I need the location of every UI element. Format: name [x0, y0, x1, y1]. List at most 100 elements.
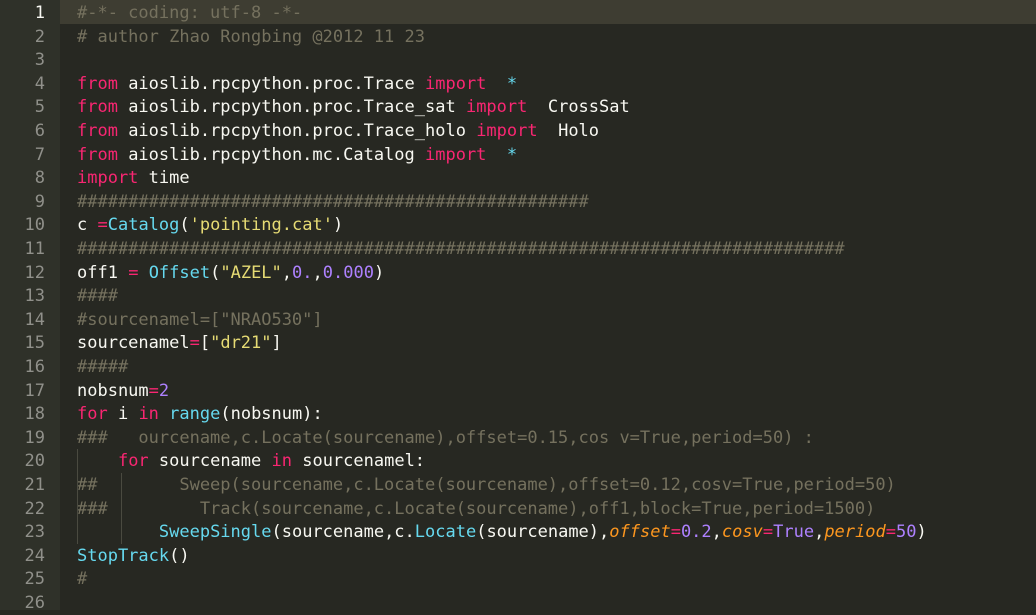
code-line[interactable]: ##### [77, 355, 128, 379]
line-number: 22 [24, 498, 45, 519]
code-token: in [271, 451, 292, 472]
line-number: 4 [34, 73, 45, 94]
code-token: #sourcenamel=["NRAO530"] [77, 309, 323, 330]
code-line[interactable]: import time [77, 166, 190, 190]
code-token: "dr21" [210, 333, 272, 354]
code-line[interactable]: from aioslib.rpcpython.proc.Trace import… [77, 72, 517, 96]
code-token: offset [609, 522, 671, 543]
code-line[interactable]: ########################################… [77, 237, 845, 261]
code-token: aioslib.rpcpython.proc.Trace_holo [117, 121, 477, 141]
line-number: 10 [24, 215, 45, 236]
code-token: = [670, 522, 681, 543]
code-line[interactable]: for i in range(nobsnum): [77, 402, 323, 426]
code-token: , [711, 522, 722, 543]
code-token: 50 [895, 522, 917, 543]
code-line[interactable]: StopTrack() [77, 544, 190, 568]
code-token: sourcenamel: [291, 451, 426, 472]
line-number: 24 [24, 545, 45, 566]
line-number: 7 [34, 144, 45, 165]
code-token: (sourcename), [476, 522, 610, 543]
code-token: Holo [537, 121, 600, 141]
code-token: = [128, 262, 139, 283]
code-line[interactable]: sourcenamel=["dr21"] [77, 331, 282, 355]
code-token: ### Track(sourcename,c.Locate(sourcename… [77, 498, 876, 519]
code-line[interactable]: from aioslib.rpcpython.mc.Catalog import… [77, 143, 517, 167]
code-token: cosv [721, 522, 763, 543]
line-number: 2 [34, 26, 45, 47]
code-token: ### ourcename,c.Locate(sourcename),offse… [77, 427, 814, 448]
line-number: 19 [24, 427, 45, 448]
code-token: = [97, 215, 108, 236]
code-line[interactable]: ### ourcename,c.Locate(sourcename),offse… [77, 426, 814, 450]
code-token: sourcename [148, 451, 272, 472]
code-line[interactable]: #sourcenamel=["NRAO530"] [77, 308, 323, 332]
code-token: import [425, 144, 487, 165]
line-number: 11 [24, 239, 45, 259]
code-token: import [476, 121, 538, 141]
code-token: Locate [414, 522, 477, 543]
code-token: ########################################… [77, 191, 589, 212]
code-token: in [138, 404, 159, 425]
line-number: 20 [24, 451, 45, 472]
code-token: time [138, 168, 190, 189]
code-token: from [77, 97, 118, 118]
code-token: , [814, 522, 825, 543]
code-token: ( [179, 215, 190, 236]
code-line[interactable]: # [77, 567, 87, 591]
code-token: Offset [148, 262, 211, 283]
code-token: = [148, 380, 159, 401]
code-token: (nobsnum): [220, 404, 323, 425]
code-editor[interactable]: 1 2 3 4 5 6 7 8 9 10 11 12 13 14 15 16 17 18 19 20 21 22 23 24 2… [0, 0, 1036, 613]
line-number: 6 [34, 121, 45, 141]
code-line[interactable]: off1 = Offset("AZEL",0.,0.000) [77, 261, 384, 285]
code-token: #### [77, 286, 118, 307]
line-number: 25 [24, 569, 45, 590]
code-line[interactable]: from aioslib.rpcpython.proc.Trace_holo i… [77, 119, 599, 143]
code-token: for [117, 451, 149, 472]
line-number: 21 [24, 475, 45, 495]
line-number: 26 [24, 593, 45, 613]
line-number: 13 [24, 286, 45, 307]
code-token: # author Zhao Rongbing @2012 11 23 [77, 26, 425, 47]
line-number: 5 [34, 97, 45, 118]
code-token: ) [332, 215, 344, 236]
code-line[interactable]: ### Track(sourcename,c.Locate(sourcename… [77, 497, 875, 521]
line-number: 16 [24, 357, 45, 377]
code-token: from [77, 121, 118, 141]
code-line[interactable]: # author Zhao Rongbing @2012 11 23 [77, 25, 425, 49]
code-line[interactable]: for sourcename in sourcenamel: [77, 449, 425, 473]
code-token: Catalog [107, 215, 180, 236]
code-line[interactable]: nobsnum=2 [77, 379, 169, 403]
code-token: ########################################… [77, 239, 845, 259]
code-token: import [425, 73, 487, 94]
code-token: () [169, 545, 190, 566]
code-line[interactable]: #### [77, 284, 118, 308]
code-token: import [77, 168, 139, 189]
code-token: from [77, 144, 118, 165]
code-token: ) [373, 262, 385, 283]
code-token: , [312, 262, 323, 283]
code-token: = [762, 522, 774, 543]
code-token: = [885, 522, 896, 543]
code-line[interactable]: #-*- coding: utf-8 -*- [77, 1, 302, 25]
code-line[interactable]: SweepSingle(sourcename,c.Locate(sourcena… [77, 520, 927, 544]
code-line[interactable]: ## Sweep(sourcename,c.Locate(sourcename)… [77, 473, 896, 497]
line-number: 3 [34, 50, 45, 71]
code-line[interactable]: c =Catalog('pointing.cat') [77, 213, 343, 237]
code-token: i [107, 404, 139, 425]
line-number: 1 [34, 3, 45, 23]
code-line[interactable]: from aioslib.rpcpython.proc.Trace_sat im… [77, 95, 630, 119]
code-token: range [169, 404, 221, 425]
code-token: = [189, 333, 200, 354]
code-token: 0.000 [322, 262, 374, 283]
code-token: period [824, 522, 886, 543]
code-token: ) [916, 522, 927, 543]
code-token: 0. [292, 262, 313, 283]
code-line[interactable]: ########################################… [77, 190, 589, 214]
code-token: True [773, 522, 815, 543]
code-token: , [281, 262, 293, 283]
code-token: off1 [77, 262, 129, 283]
